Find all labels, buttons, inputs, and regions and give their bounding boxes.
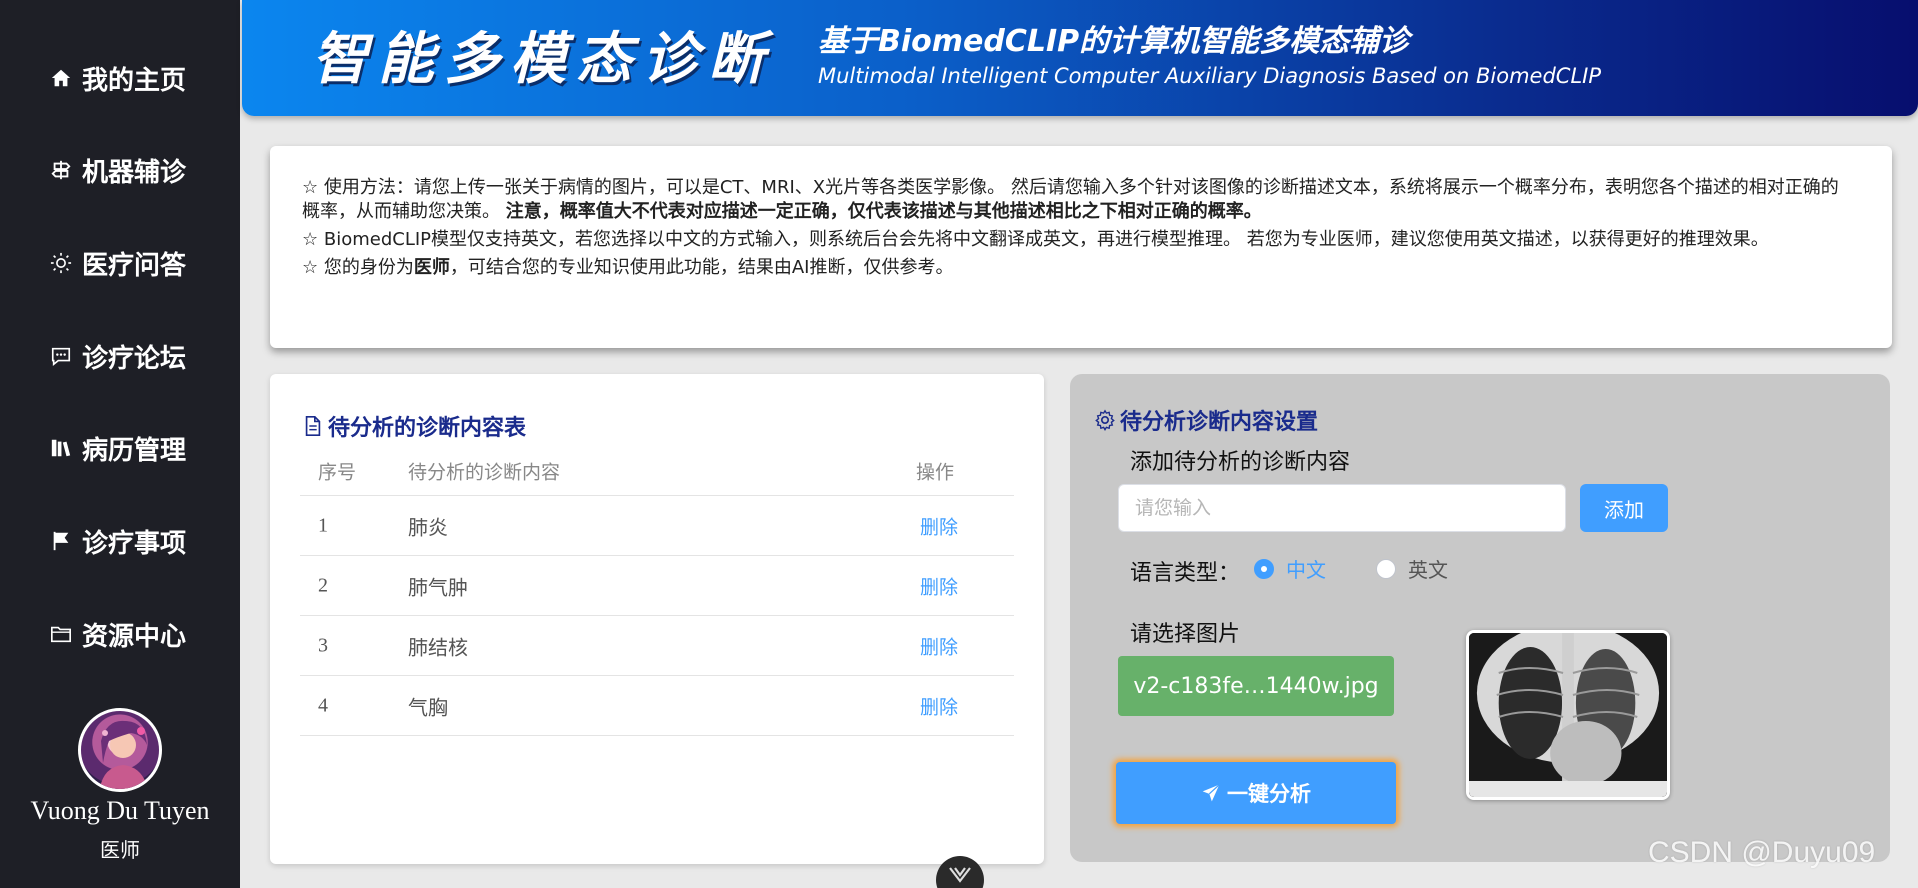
sidebar-item-matters[interactable]: 诊疗事项	[48, 521, 186, 561]
gear-icon	[1095, 409, 1115, 431]
chevron-down-icon	[949, 867, 971, 883]
app-logo: 智能多模态诊断	[312, 26, 774, 92]
table-row: 3 肺结核 删除	[300, 616, 1014, 676]
sidebar-item-records[interactable]: 病历管理	[48, 428, 186, 468]
signpost-icon	[48, 157, 74, 183]
col-header-content: 待分析的诊断内容	[408, 461, 561, 483]
table-title: 待分析的诊断内容表	[302, 410, 526, 442]
instruction-usage: ☆ 使用方法：请您上传一张关于病情的图片，可以是CT、MRI、X光片等各类医学影…	[302, 177, 1839, 222]
delete-button[interactable]: 删除	[920, 692, 958, 719]
sidebar-item-medical-qa[interactable]: 医疗问答	[48, 243, 186, 283]
identity-role: 医师	[413, 257, 450, 278]
document-icon	[305, 416, 321, 436]
sidebar-item-label: 机器辅诊	[82, 157, 187, 188]
instruction-identity: ☆ 您的身份为医师，可结合您的专业知识使用此功能，结果由AI推断，仅供参考。	[302, 257, 954, 278]
sidebar-item-label: 资源中心	[82, 621, 187, 652]
radio-dot	[1376, 558, 1396, 579]
row-index: 4	[318, 694, 328, 716]
row-index: 2	[318, 574, 328, 596]
instruction-warning: 注意，概率值大不代表对应描述一定正确，仅代表该描述与其他描述相比之下相对正确的概…	[505, 201, 1262, 222]
sidebar-item-resources[interactable]: 资源中心	[48, 614, 186, 654]
sidebar-item-forum[interactable]: 诊疗论坛	[48, 336, 186, 376]
user-name: Vuong Du Tuyen	[30, 796, 210, 825]
delete-button[interactable]: 删除	[920, 572, 958, 599]
diagnosis-input[interactable]	[1118, 484, 1566, 532]
language-radio-english[interactable]: 英文	[1376, 554, 1448, 583]
sidebar-item-label: 诊疗事项	[82, 528, 187, 559]
row-index: 1	[318, 514, 328, 536]
row-content: 气胸	[408, 697, 448, 719]
sidebar-item-label: 病历管理	[82, 435, 187, 466]
flag-icon	[48, 528, 74, 554]
diagnosis-table: 序号 待分析的诊断内容 操作 1 肺炎 删除 2 肺气肿 删除 3 肺结核 删除…	[300, 446, 1014, 736]
add-button[interactable]: 添加	[1580, 484, 1668, 532]
language-label: 语言类型：	[1130, 561, 1241, 586]
user-role: 医师	[100, 838, 140, 862]
sidebar-item-label: 医疗问答	[82, 250, 187, 281]
send-icon	[1202, 784, 1220, 802]
settings-card: 待分析诊断内容设置 添加待分析的诊断内容 添加 语言类型： 中文 英文 请选择图…	[1070, 374, 1890, 862]
radio-dot	[1254, 558, 1274, 579]
file-select-button[interactable]: v2-c183fe…1440w.jpg	[1118, 656, 1394, 716]
sun-icon	[48, 250, 74, 276]
header-banner: 智能多模态诊断 基于BiomedCLIP的计算机智能多模态辅诊 Multimod…	[242, 0, 1918, 116]
chat-icon	[48, 343, 74, 369]
sidebar: 我的主页 机器辅诊 医疗问答 诊疗论坛 病历管理 诊疗事项 资源中心 Vuong…	[0, 0, 240, 888]
table-header-row: 序号 待分析的诊断内容 操作	[300, 446, 1014, 496]
analyze-button[interactable]: 一键分析	[1116, 762, 1396, 824]
books-icon	[48, 435, 74, 461]
sidebar-item-machine-diagnosis[interactable]: 机器辅诊	[48, 150, 186, 190]
watermark: CSDN @Duyu09	[1648, 836, 1876, 869]
add-content-label: 添加待分析的诊断内容	[1130, 450, 1351, 475]
table-row: 2 肺气肿 删除	[300, 556, 1014, 616]
sidebar-item-label: 诊疗论坛	[82, 343, 187, 374]
diagnosis-table-card: 待分析的诊断内容表 序号 待分析的诊断内容 操作 1 肺炎 删除 2 肺气肿 删…	[270, 374, 1044, 864]
home-icon	[48, 65, 74, 91]
col-header-index: 序号	[318, 461, 357, 483]
row-index: 3	[318, 634, 328, 656]
image-label: 请选择图片	[1130, 622, 1241, 647]
table-row: 4 气胸 删除	[300, 676, 1014, 736]
sidebar-item-label: 我的主页	[82, 65, 187, 96]
row-content: 肺结核	[408, 637, 468, 659]
language-radio-chinese[interactable]: 中文	[1254, 554, 1326, 583]
delete-button[interactable]: 删除	[920, 632, 958, 659]
table-row: 1 肺炎 删除	[300, 496, 1014, 556]
sidebar-item-home[interactable]: 我的主页	[48, 58, 186, 98]
header-title-cn: 基于BiomedCLIP的计算机智能多模态辅诊	[818, 24, 1410, 59]
folder-icon	[48, 621, 74, 647]
settings-title: 待分析诊断内容设置	[1094, 404, 1318, 436]
row-content: 肺炎	[408, 517, 448, 539]
instruction-model: ☆ BiomedCLIP模型仅支持英文，若您选择以中文的方式输入，则系统后台会先…	[302, 229, 1769, 250]
header-title-en: Multimodal Intelligent Computer Auxiliar…	[818, 64, 1601, 88]
row-content: 肺气肿	[408, 577, 468, 599]
col-header-action: 操作	[916, 461, 955, 483]
instructions-card: ☆ 使用方法：请您上传一张关于病情的图片，可以是CT、MRI、X光片等各类医学影…	[270, 146, 1892, 348]
delete-button[interactable]: 删除	[920, 512, 958, 539]
xray-preview-image	[1466, 630, 1670, 800]
avatar[interactable]	[78, 708, 162, 792]
